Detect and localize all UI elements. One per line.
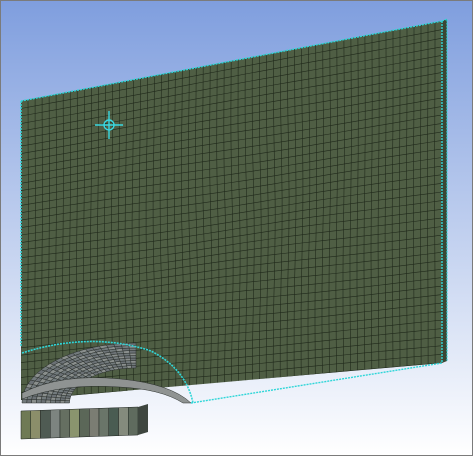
fillet-element xyxy=(50,399,56,404)
graphics-viewport[interactable] xyxy=(0,0,473,456)
fillet-element xyxy=(130,360,137,364)
fillet-element xyxy=(120,342,130,347)
fillet-element xyxy=(129,352,137,356)
fillet-element xyxy=(131,365,137,369)
plate-side-face xyxy=(442,19,447,363)
fillet-element xyxy=(128,347,137,351)
fillet-element xyxy=(129,350,137,354)
bar-element xyxy=(128,406,139,436)
bar-element xyxy=(50,409,61,439)
bar-element xyxy=(98,407,109,437)
bar-element xyxy=(30,410,41,439)
fillet-element xyxy=(106,343,116,348)
fillet-element xyxy=(54,399,61,404)
bar-end-face xyxy=(138,404,148,435)
fillet-element xyxy=(129,355,137,359)
bar-element xyxy=(118,407,129,436)
fillet-element xyxy=(59,400,66,404)
bar-element xyxy=(20,410,31,440)
fillet-element xyxy=(45,399,51,404)
bar-element xyxy=(69,408,80,438)
fillet-element xyxy=(21,398,28,404)
bar-element xyxy=(108,407,119,437)
bar-element xyxy=(59,409,70,438)
fillet-element xyxy=(36,395,43,400)
bar-element xyxy=(89,408,100,437)
fillet-element xyxy=(31,399,37,404)
bar-element xyxy=(40,409,51,439)
fillet-element xyxy=(26,398,32,404)
mesh-scene[interactable] xyxy=(1,1,472,455)
fillet-element xyxy=(130,362,137,366)
fillet-element xyxy=(40,399,47,404)
fillet-element xyxy=(130,357,137,361)
fillet-element xyxy=(35,399,42,404)
bar-element xyxy=(79,408,90,438)
